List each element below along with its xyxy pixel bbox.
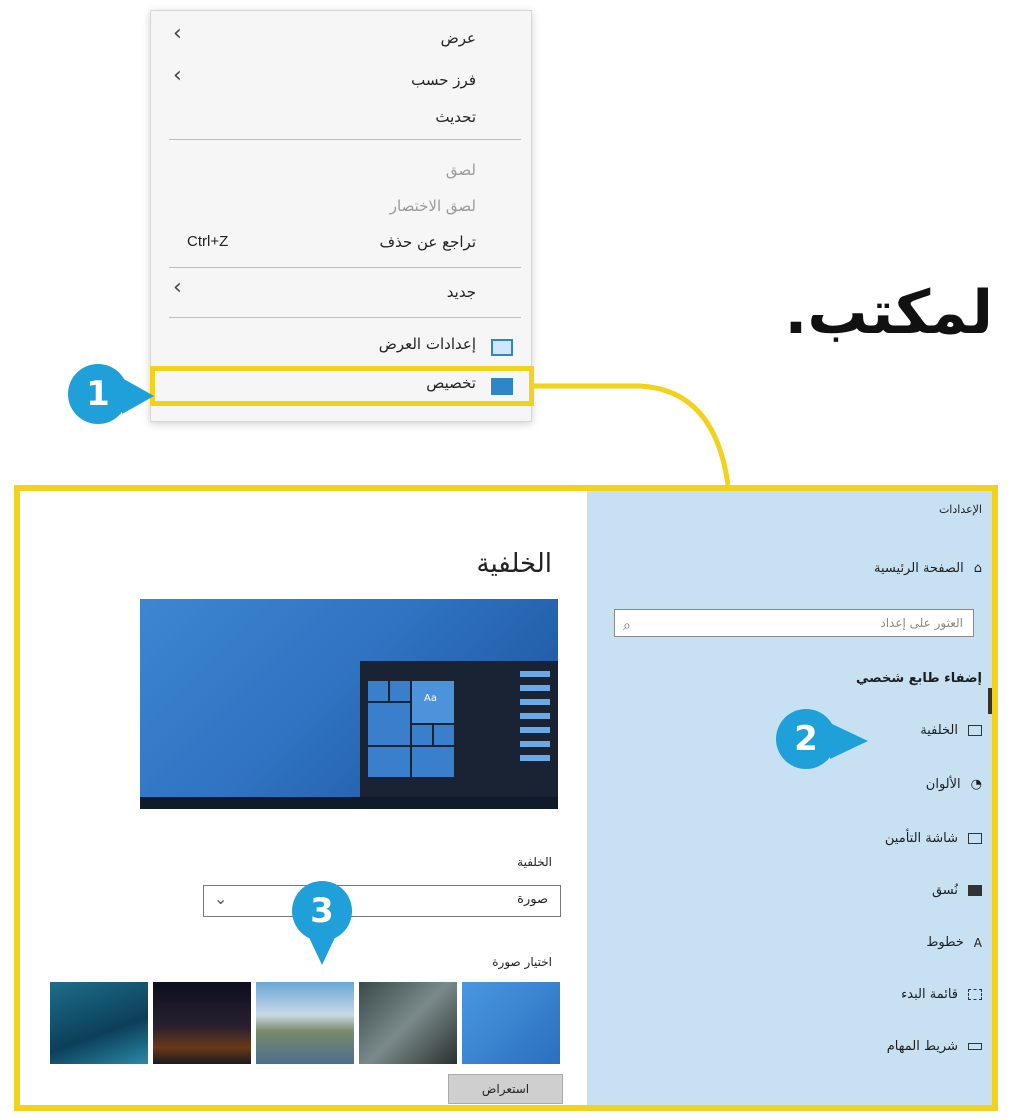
sidebar-item-label: شريط المهام [886,1039,958,1054]
sidebar-item-label: الصفحة الرئيسية [874,561,964,576]
section-heading: إضفاء طابع شخصي [856,671,982,686]
sidebar-item-colors[interactable]: ◔ الألوان [926,777,982,792]
thumbnail-lake[interactable] [256,982,354,1064]
sidebar-item-fonts[interactable]: A خطوط [926,935,982,950]
callout-number: 3 [292,881,352,941]
callout-number: 2 [776,709,836,769]
thumbnail-night-sky[interactable] [153,982,251,1064]
taskbar-preview [140,797,558,809]
choose-picture-label: اختيار صورة [492,955,552,969]
start-icon [968,989,982,1000]
chevron-down-icon: ⌄ [214,889,228,908]
select-value: صورة [517,892,548,907]
background-label: الخلفية [517,855,552,869]
sidebar-item-home[interactable]: ⌂ الصفحة الرئيسية [874,561,982,576]
settings-search-input[interactable]: العثور على إعداد ⌕ [614,609,974,637]
settings-window: الإعدادات ⌂ الصفحة الرئيسية العثور على إ… [14,485,998,1111]
sidebar-item-label: خطوط [926,935,964,950]
home-icon: ⌂ [973,561,982,576]
callout-3: 3 [292,881,362,965]
sidebar-item-taskbar[interactable]: شريط المهام [887,1039,982,1054]
background-type-select[interactable]: صورة ⌄ [203,885,561,917]
sidebar-item-label: قائمة البدء [901,987,958,1002]
palette-icon: ◔ [970,777,982,792]
window-title: الإعدادات [938,503,982,516]
fonts-icon: A [973,935,982,950]
themes-icon [968,885,982,896]
selected-indicator [988,688,992,714]
browse-button[interactable]: استعراض [448,1074,563,1104]
thumbnail-windows-default[interactable] [462,982,560,1064]
taskbar-icon [968,1043,982,1050]
sidebar-item-start[interactable]: قائمة البدء [901,987,982,1002]
sidebar-item-background[interactable]: الخلفية [920,723,982,738]
callout-1: 1 [68,364,154,428]
background-preview: Aa [140,599,558,809]
sidebar-item-label: الخلفية [920,723,958,738]
thumbnail-rocks[interactable] [359,982,457,1064]
sidebar-item-label: نُسق [931,883,958,898]
callout-2: 2 [776,709,868,773]
tile-text: Aa [424,693,437,704]
callout-number: 1 [68,364,128,424]
sidebar-item-label: شاشة التأمين [884,831,958,846]
search-icon: ⌕ [623,618,631,634]
heading-text: لمكتب. [784,278,993,348]
search-placeholder: العثور على إعداد [880,616,963,630]
thumbnail-underwater[interactable] [50,982,148,1064]
sidebar-item-lock-screen[interactable]: شاشة التأمين [885,831,982,846]
lock-screen-icon [968,833,982,844]
sidebar-item-themes[interactable]: نُسق [932,883,982,898]
picture-icon [968,725,982,736]
page-title: الخلفية [476,549,552,579]
start-menu-preview: Aa [360,661,558,797]
settings-sidebar: الإعدادات ⌂ الصفحة الرئيسية العثور على إ… [587,491,992,1105]
sidebar-item-label: الألوان [925,777,961,792]
